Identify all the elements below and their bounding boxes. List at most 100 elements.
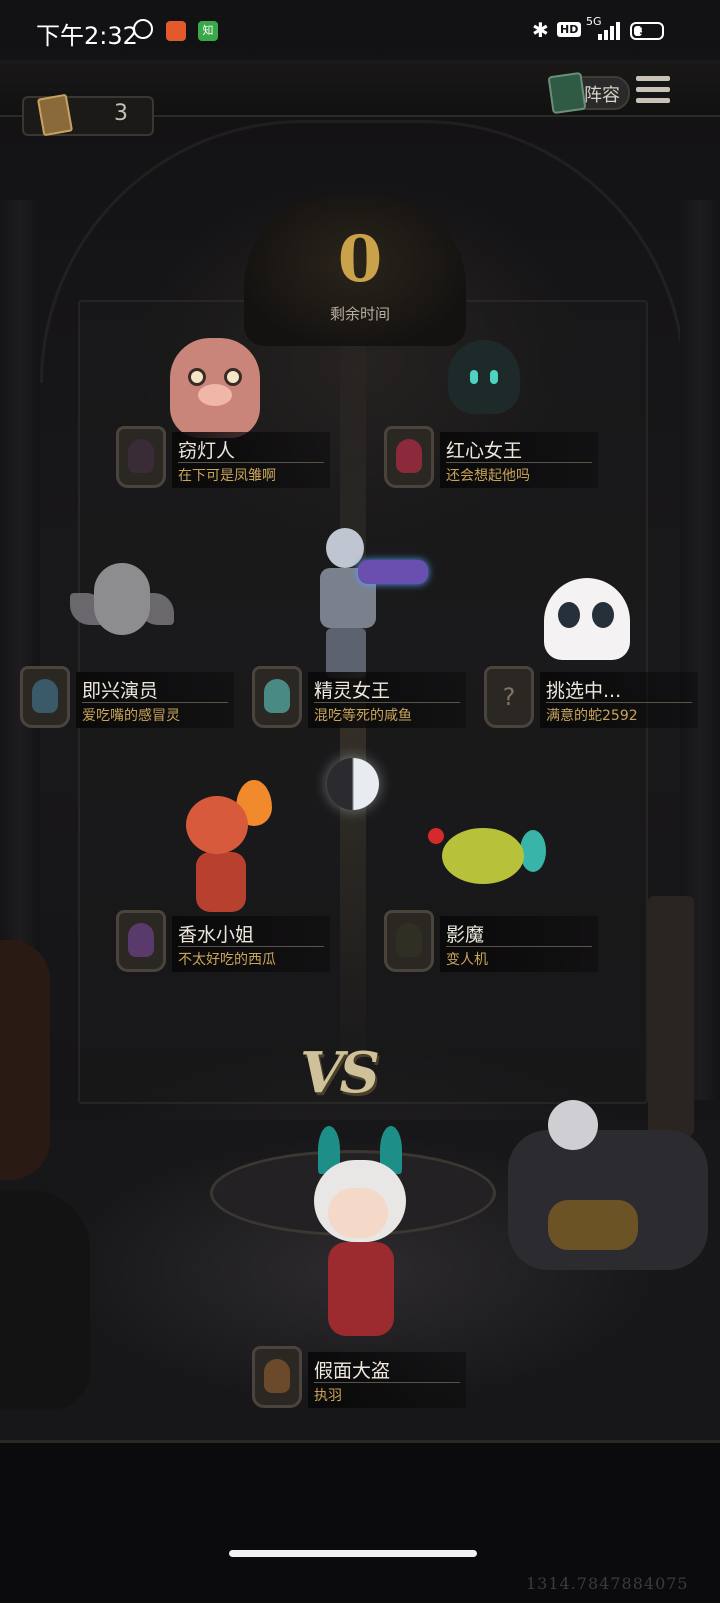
player-nickname: 变人机 (446, 952, 488, 968)
pig-eye (188, 368, 206, 386)
pig-eye (224, 368, 242, 386)
hero-name: 红心女王 (446, 440, 523, 462)
left-shadow-decoration (0, 1190, 90, 1410)
cello-decoration (0, 940, 50, 1180)
fish-body (442, 828, 524, 884)
unknown-avatar: ? (484, 666, 534, 728)
ghost-eye (592, 602, 614, 628)
player-nickname: 爱吃嘴的感冒灵 (82, 708, 180, 724)
player-nickname: 还会想起他吗 (446, 468, 530, 484)
player-avatar (252, 666, 302, 728)
robot-blaster (358, 560, 428, 584)
divider (446, 462, 592, 463)
player-info: 窃灯人 在下可是凤雏啊 (172, 432, 330, 488)
player-card[interactable]: 窃灯人 在下可是凤雏啊 (116, 424, 330, 496)
battery-icon: 30 (630, 22, 664, 40)
player-card[interactable]: 影魔 变人机 (384, 908, 598, 980)
pig-pet-sprite (170, 338, 260, 438)
bat-body (94, 563, 150, 635)
bat-pet-sprite (70, 545, 174, 655)
lineup-label: 阵容 (584, 85, 620, 106)
fire-imp-head (186, 796, 248, 854)
zhihu-app-icon: 知 (198, 21, 218, 41)
player-avatar (20, 666, 70, 728)
ghost-eye (558, 602, 580, 628)
fish-nose (428, 828, 444, 844)
battery-level-text: 30 (639, 24, 655, 37)
player-card[interactable]: 精灵女王 混吃等死的咸鱼 (252, 664, 466, 736)
status-bar: 下午2:32 知 ✱ HD 5G 30 (0, 0, 720, 64)
player-info: 影魔 变人机 (440, 916, 598, 972)
player-avatar (384, 910, 434, 972)
card-icon (36, 93, 74, 137)
divider (446, 946, 592, 947)
hero-name: 假面大盗 (314, 1360, 391, 1382)
player-avatar (116, 910, 166, 972)
robot-head (326, 528, 364, 568)
player-nickname: 满意的蛇2592 (546, 708, 638, 724)
hero-face (328, 1188, 388, 1238)
divider (178, 462, 324, 463)
fire-imp-body (196, 852, 246, 912)
player-card[interactable]: 即兴演员 爱吃嘴的感冒灵 (20, 664, 234, 736)
player-avatar (384, 426, 434, 488)
divider (546, 702, 692, 703)
status-time: 下午2:32 (36, 22, 138, 50)
hero-name: 挑选中... (546, 680, 622, 702)
clown-fish-pet-sprite (428, 808, 546, 898)
avatar-portrait (396, 923, 422, 957)
player-nickname: 在下可是凤雏啊 (178, 468, 276, 484)
orange-app-icon (166, 21, 186, 41)
card-count: 3 (114, 101, 128, 126)
robot-pet-sprite (312, 528, 428, 678)
home-indicator[interactable] (229, 1550, 477, 1557)
player-card[interactable]: 红心女王 还会想起他吗 (384, 424, 598, 496)
avatar-portrait (264, 679, 290, 713)
hero-body (328, 1242, 394, 1336)
card-counter[interactable]: 3 (22, 93, 154, 137)
alarm-clock-icon (133, 19, 153, 39)
ghost-pet-sprite (544, 578, 630, 660)
player-info: 精灵女王 混吃等死的咸鱼 (308, 672, 466, 728)
player-avatar (116, 426, 166, 488)
avatar-portrait (32, 679, 58, 713)
fire-imp-pet-sprite (166, 780, 276, 920)
lineup-button[interactable]: 阵容 (547, 71, 630, 115)
slime-pet-sprite (448, 340, 520, 414)
hd-badge: HD (557, 22, 582, 37)
hero-name: 即兴演员 (82, 680, 159, 702)
divider (314, 702, 460, 703)
timer-label: 剩余时间 (329, 305, 390, 323)
hero-name: 精灵女王 (314, 680, 391, 702)
lineup-book-icon (547, 71, 587, 115)
avatar-portrait (396, 439, 422, 473)
hamburger-menu-icon[interactable] (636, 76, 670, 104)
player-nickname: 不太好吃的西瓜 (178, 952, 276, 968)
player-avatar (252, 1346, 302, 1408)
player-card[interactable]: 香水小姐 不太好吃的西瓜 (116, 908, 330, 980)
player-info: 假面大盗 执羽 (308, 1352, 466, 1408)
mech-pilot (548, 1100, 598, 1150)
player-info: 挑选中... 满意的蛇2592 (540, 672, 698, 728)
avatar-portrait (128, 439, 154, 473)
player-card[interactable]: ? 挑选中... 满意的蛇2592 (484, 664, 698, 736)
divider (82, 702, 228, 703)
mech-opponent-sprite (478, 1090, 720, 1290)
question-mark-icon: ? (502, 683, 516, 711)
avatar-portrait (264, 1359, 290, 1393)
divider (314, 1382, 460, 1383)
slime-eye (490, 370, 498, 384)
hero-name: 影魔 (446, 924, 485, 946)
signal-strength-icon (598, 20, 622, 40)
timer-value: 0 (337, 222, 383, 297)
player-nickname: 混吃等死的咸鱼 (314, 708, 412, 724)
divider (178, 946, 324, 947)
hero-name: 香水小姐 (178, 924, 255, 946)
player-nickname: 执羽 (314, 1388, 342, 1404)
self-player-card[interactable]: 假面大盗 执羽 (252, 1344, 466, 1416)
player-info: 即兴演员 爱吃嘴的感冒灵 (76, 672, 234, 728)
slime-eye (470, 370, 478, 384)
bluetooth-icon: ✱ (532, 18, 549, 42)
half-moon-icon (327, 758, 379, 810)
player-hero-sprite (306, 1126, 416, 1352)
